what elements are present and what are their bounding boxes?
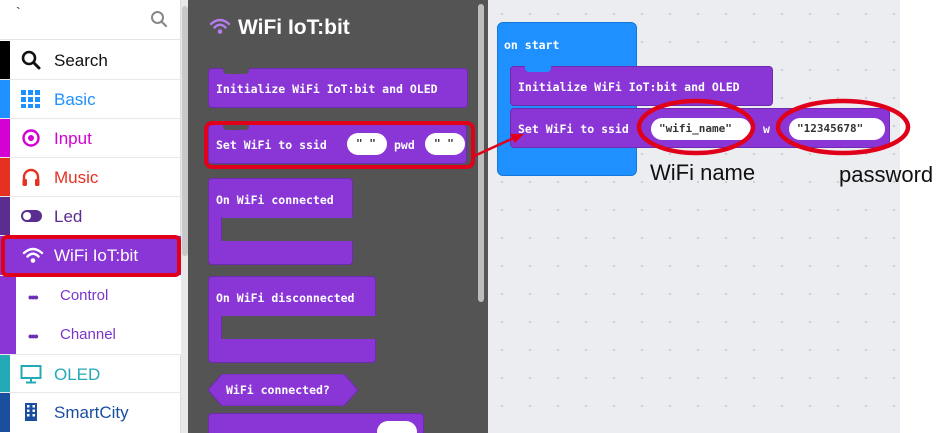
annotation-password: password: [839, 162, 934, 187]
arrow-line: [471, 135, 517, 159]
annotation-wifi-name: WiFi name: [650, 160, 756, 185]
annotation-overlay: [471, 98, 911, 159]
ssid-highlight-ellipse: [636, 98, 756, 156]
pwd-highlight-ellipse: [775, 98, 911, 156]
